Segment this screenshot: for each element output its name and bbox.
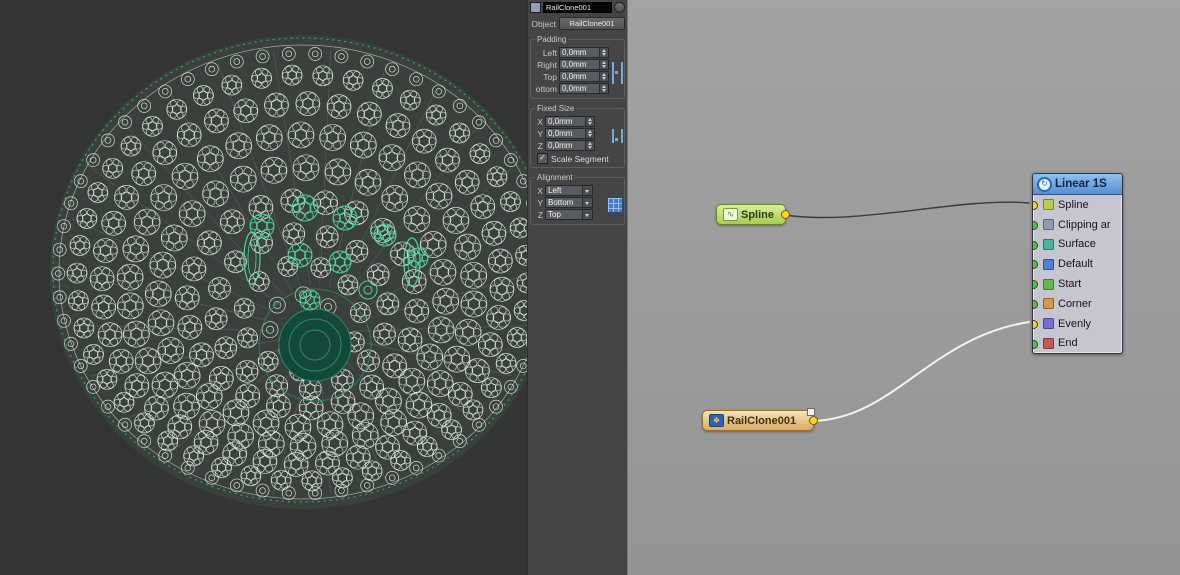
alignment-y-dropdown[interactable]: Bottom xyxy=(545,197,593,208)
alignment-x-dropdown[interactable]: Left xyxy=(545,185,593,196)
slot-default[interactable]: Default xyxy=(1033,254,1122,274)
railclone-output-port[interactable] xyxy=(809,416,818,425)
alignment-z-label: Z xyxy=(537,209,543,220)
port-end-dot[interactable] xyxy=(1033,339,1038,349)
padding-top-label: Top xyxy=(543,71,557,82)
command-panel: RailClone001 Object RailClone001 Padding… xyxy=(527,0,627,575)
fixed-size-group: Fixed Size X 0,0mm Y 0,0mm Z 0,0mm ✓ Sca… xyxy=(530,104,625,168)
slot-end-icon xyxy=(1043,337,1054,349)
port-start-dot[interactable] xyxy=(1033,280,1038,290)
object-picker-button[interactable]: RailClone001 xyxy=(559,17,625,30)
style-editor-canvas[interactable]: ∿ Spline ❖ RailClone001 ↻ Linear 1S Spli… xyxy=(627,0,1180,575)
slot-default-icon xyxy=(1043,258,1054,270)
fixed-size-group-title: Fixed Size xyxy=(535,104,577,113)
linear-node-header[interactable]: ↻ Linear 1S xyxy=(1033,174,1122,195)
padding-right-label: Right xyxy=(537,59,557,70)
slot-corner-icon xyxy=(1043,298,1054,310)
port-clipping-dot[interactable] xyxy=(1033,220,1038,230)
fixed-size-y-spinner[interactable]: 0,0mm xyxy=(545,128,595,139)
fixed-size-y-label: Y xyxy=(537,128,543,139)
fixed-size-x-label: X xyxy=(537,116,543,127)
modifier-stack-row: RailClone001 xyxy=(530,2,625,13)
object-row: Object RailClone001 xyxy=(530,17,625,30)
linear-node-title: Linear 1S xyxy=(1055,178,1107,190)
chevron-down-icon[interactable] xyxy=(582,210,592,219)
padding-left-spinner[interactable]: 0,0mm xyxy=(559,47,609,58)
spinner-arrows-icon[interactable] xyxy=(599,72,608,81)
linear-node-icon: ↻ xyxy=(1037,176,1052,192)
alignment-group-title: Alignment xyxy=(535,173,575,182)
port-evenly-dot[interactable] xyxy=(1033,319,1038,329)
wire-railclone-to-evenly[interactable] xyxy=(812,321,1030,422)
alignment-group: Alignment X Left Y Bottom Z Top xyxy=(530,173,625,225)
slot-corner[interactable]: Corner xyxy=(1033,294,1122,314)
slot-spline[interactable]: Spline xyxy=(1033,195,1122,215)
padding-right-spinner[interactable]: 0,0mm xyxy=(559,59,609,70)
slot-start[interactable]: Start xyxy=(1033,274,1122,294)
spinner-arrows-icon[interactable] xyxy=(585,117,594,126)
viewport-3d[interactable] xyxy=(0,0,527,575)
padding-bottom-spinner[interactable]: 0,0mm xyxy=(559,83,609,94)
spline-node-label: Spline xyxy=(741,208,775,221)
fixed-size-x-spinner[interactable]: 0,0mm xyxy=(545,116,595,127)
chevron-down-icon[interactable] xyxy=(582,198,592,207)
slot-surface-icon xyxy=(1043,238,1054,250)
pin-button[interactable] xyxy=(614,2,625,13)
padding-left-label: Left xyxy=(542,47,557,58)
spinner-arrows-icon[interactable] xyxy=(599,84,608,93)
application-window: RailClone001 Object RailClone001 Padding… xyxy=(0,0,1180,575)
spinner-arrows-icon[interactable] xyxy=(599,48,608,57)
slot-spline-icon xyxy=(1043,199,1054,211)
railclone-node[interactable]: ❖ RailClone001 xyxy=(702,408,818,431)
railclone-node-badge xyxy=(807,408,815,416)
modifier-stack-field[interactable]: RailClone001 xyxy=(543,2,612,13)
slot-surface[interactable]: Surface xyxy=(1033,235,1122,255)
spinner-arrows-icon[interactable] xyxy=(599,60,608,69)
slot-evenly-icon xyxy=(1043,318,1054,330)
slot-clipping-area[interactable]: Clipping ar xyxy=(1033,215,1122,235)
slot-start-icon xyxy=(1043,278,1054,290)
slot-clipping-icon xyxy=(1043,219,1054,231)
padding-link-icon[interactable] xyxy=(612,62,623,84)
padding-bottom-label: ottom xyxy=(535,83,557,94)
spline-node[interactable]: ∿ Spline xyxy=(716,204,790,225)
spinner-arrows-icon[interactable] xyxy=(585,141,594,150)
alignment-y-label: Y xyxy=(537,197,543,208)
spinner-arrows-icon[interactable] xyxy=(585,129,594,138)
port-surface-dot[interactable] xyxy=(1033,240,1038,250)
padding-group-title: Padding xyxy=(535,35,569,44)
chevron-down-icon[interactable] xyxy=(582,186,592,195)
fixed-size-z-spinner[interactable]: 0,0mm xyxy=(545,140,595,151)
spline-output-port[interactable] xyxy=(781,210,790,219)
wire-spline-to-linear[interactable] xyxy=(784,201,1030,219)
railclone-node-icon: ❖ xyxy=(709,414,724,427)
fixed-size-link-icon[interactable] xyxy=(612,129,623,143)
padding-top-spinner[interactable]: 0,0mm xyxy=(559,71,609,82)
port-default-dot[interactable] xyxy=(1033,260,1038,270)
viewport-wireframe xyxy=(0,0,527,575)
alignment-x-label: X xyxy=(537,185,543,196)
object-label: Object xyxy=(531,18,556,29)
port-corner-dot[interactable] xyxy=(1033,299,1038,309)
scale-segment-checkbox[interactable]: ✓ xyxy=(537,153,548,164)
port-spline-dot[interactable] xyxy=(1033,201,1038,210)
slot-evenly[interactable]: Evenly xyxy=(1033,314,1122,334)
linear-generator-node[interactable]: ↻ Linear 1S Spline Clipping ar Surface D… xyxy=(1032,173,1123,355)
object-color-swatch[interactable] xyxy=(530,2,541,13)
slot-end[interactable]: End xyxy=(1033,334,1122,354)
railclone-node-label: RailClone001 xyxy=(727,414,797,427)
alignment-z-dropdown[interactable]: Top xyxy=(545,209,593,220)
spline-node-icon: ∿ xyxy=(723,208,738,221)
padding-group: Padding Left 0,0mm Right 0,0mm Top 0,0mm… xyxy=(530,35,625,99)
scale-segment-label: Scale Segment xyxy=(551,153,609,164)
fixed-size-z-label: Z xyxy=(537,140,543,151)
alignment-grid-icon[interactable] xyxy=(607,197,623,213)
